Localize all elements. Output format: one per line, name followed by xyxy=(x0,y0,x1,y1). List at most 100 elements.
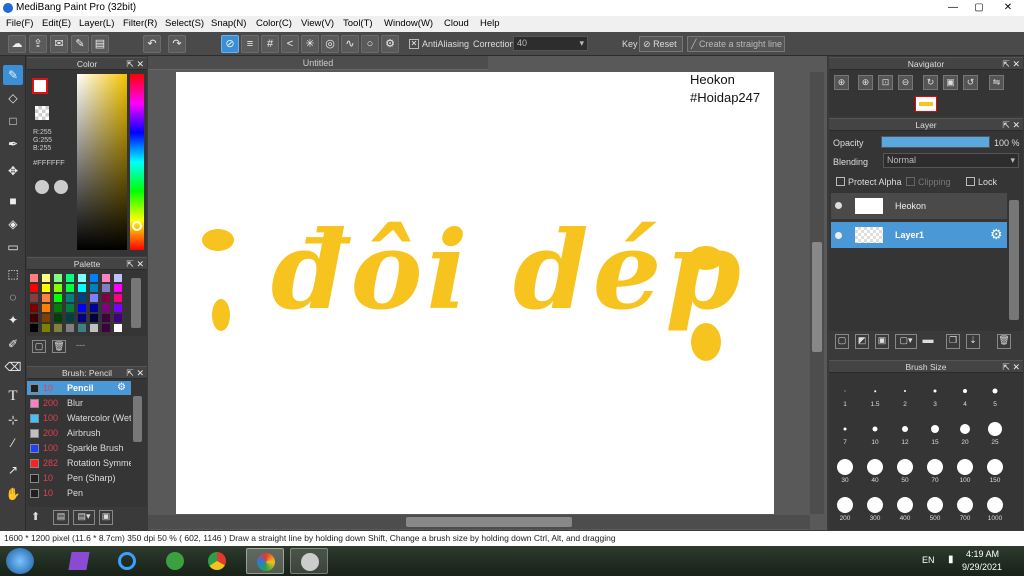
straight-line-button[interactable]: ╱ Create a straight line xyxy=(687,36,785,52)
brush-size-option[interactable]: 3 xyxy=(920,378,950,408)
brush-size-option[interactable]: 25 xyxy=(980,416,1010,446)
panel-close-icon[interactable]: ⇱ ✕ xyxy=(1002,361,1020,373)
brush-size-option[interactable]: 70 xyxy=(920,454,950,484)
snap-off-icon[interactable]: ⊘ xyxy=(221,35,239,53)
undo-icon[interactable]: ↶ xyxy=(143,35,161,53)
radial-snap-icon[interactable]: ✳ xyxy=(301,35,319,53)
palette-swatch[interactable] xyxy=(90,284,98,292)
palette-swatch[interactable] xyxy=(42,294,50,302)
canvas-hscroll-thumb[interactable] xyxy=(406,517,572,527)
network-icon[interactable]: ▮ xyxy=(948,554,954,565)
parallel-snap-icon[interactable]: ≡ xyxy=(241,35,259,53)
brush-size-option[interactable]: 20 xyxy=(950,416,980,446)
menu-cloud[interactable]: Cloud xyxy=(444,18,469,29)
reset-button[interactable]: ⊘ Reset xyxy=(639,36,683,52)
chat-icon[interactable]: ✎ xyxy=(71,35,89,53)
foreground-color-swatch[interactable] xyxy=(32,78,48,94)
menu-view[interactable]: View(V) xyxy=(301,18,334,29)
brush-copy-icon[interactable]: ▣ xyxy=(99,510,113,525)
brush-size-option[interactable]: 12 xyxy=(890,416,920,446)
trash-icon[interactable]: 🗑 xyxy=(997,334,1011,349)
document-canvas[interactable]: Heokon #Hoidap247 đôi dép xyxy=(176,72,774,514)
palette-swatch[interactable] xyxy=(30,274,38,282)
brush-row[interactable]: 10 Pen (Sharp) xyxy=(27,471,131,485)
merge-layer-icon[interactable]: ⇣ xyxy=(966,334,980,349)
game-icon[interactable] xyxy=(156,548,194,574)
clock-date[interactable]: 9/29/2021 xyxy=(962,562,1002,572)
add-brush-icon[interactable]: ⬆ xyxy=(31,510,49,525)
palette-swatch[interactable] xyxy=(78,274,86,282)
opacity-slider[interactable] xyxy=(881,136,990,148)
brush-size-option[interactable]: 500 xyxy=(920,492,950,522)
lock-checkbox[interactable] xyxy=(966,177,975,186)
menu-snap[interactable]: Snap(N) xyxy=(211,18,246,29)
select-tool-icon[interactable]: ⬚ xyxy=(3,264,23,284)
new-layer-icon[interactable]: ▢ xyxy=(835,334,849,349)
brush-size-option[interactable]: 15 xyxy=(920,416,950,446)
new-halftone-layer-icon[interactable]: ◩ xyxy=(855,334,869,349)
new-palette-icon[interactable]: ▢ xyxy=(32,340,46,353)
protect-alpha-checkbox[interactable] xyxy=(836,177,845,186)
palette-swatch[interactable] xyxy=(90,324,98,332)
lasso-tool-icon[interactable]: ◌ xyxy=(3,287,23,307)
eraser-tool-icon[interactable]: ◇ xyxy=(3,88,23,108)
brush-row[interactable]: 200 Airbrush xyxy=(27,426,131,440)
divide-tool-icon[interactable]: ⊹ xyxy=(3,410,23,430)
flip-icon[interactable]: ⇋ xyxy=(989,75,1004,90)
add-layer-menu-icon[interactable]: ▢▾ xyxy=(895,334,917,349)
hand-tool-icon[interactable]: ✋ xyxy=(3,484,23,504)
saturation-value-picker[interactable] xyxy=(77,74,127,250)
palette-swatch[interactable] xyxy=(66,274,74,282)
palette-swatch[interactable] xyxy=(66,324,74,332)
palette-swatch[interactable] xyxy=(42,304,50,312)
fit-icon[interactable]: ⊡ xyxy=(878,75,893,90)
brush-size-option[interactable]: 30 xyxy=(830,454,860,484)
palette-scrollbar[interactable] xyxy=(131,278,141,328)
brush-row[interactable]: 10 Pen xyxy=(27,486,131,500)
paint-icon[interactable] xyxy=(290,548,328,574)
brush-size-option[interactable]: 700 xyxy=(950,492,980,522)
magic-wand-tool-icon[interactable]: ✦ xyxy=(3,310,23,330)
palette-swatch[interactable] xyxy=(54,304,62,312)
zoom-in-icon[interactable]: ⊕ xyxy=(834,75,849,90)
palette-swatch[interactable] xyxy=(90,274,98,282)
palette-swatch[interactable] xyxy=(42,274,50,282)
palette-swatch[interactable] xyxy=(102,294,110,302)
brush-menu-icon[interactable]: ▤▾ xyxy=(73,510,95,525)
folder-icon[interactable]: ▬ xyxy=(921,334,935,349)
menu-file[interactable]: File(F) xyxy=(6,18,33,29)
brush-size-option[interactable]: 50 xyxy=(890,454,920,484)
palette-swatch[interactable] xyxy=(66,294,74,302)
upload-icon[interactable]: ⇪ xyxy=(29,35,47,53)
brush-size-option[interactable]: 7 xyxy=(830,416,860,446)
palette-swatch[interactable] xyxy=(42,314,50,322)
brush-row[interactable]: 10 Pencil ⚙ xyxy=(27,381,131,395)
palette-swatch[interactable] xyxy=(114,294,122,302)
document-icon[interactable]: ▤ xyxy=(91,35,109,53)
gear-icon[interactable]: ⚙ xyxy=(381,35,399,53)
palette-swatch[interactable] xyxy=(102,284,110,292)
brush-size-option[interactable]: 400 xyxy=(890,492,920,522)
menu-window[interactable]: Window(W) xyxy=(384,18,433,29)
menu-color[interactable]: Color(C) xyxy=(256,18,292,29)
palette-swatch[interactable] xyxy=(114,284,122,292)
palette-swatch[interactable] xyxy=(30,294,38,302)
text-tool-icon[interactable]: T xyxy=(3,386,23,406)
brush-size-option[interactable]: 40 xyxy=(860,454,890,484)
operation-tool-icon[interactable]: ↗ xyxy=(3,460,23,480)
palette-swatch[interactable] xyxy=(54,284,62,292)
brush-tool-icon[interactable]: ✎ xyxy=(3,65,23,85)
brush-row[interactable]: 100 Sparkle Brush xyxy=(27,441,131,455)
palette-swatch[interactable] xyxy=(78,284,86,292)
clipping-checkbox[interactable] xyxy=(906,177,915,186)
palette-swatch[interactable] xyxy=(90,294,98,302)
language-indicator[interactable]: EN xyxy=(922,555,935,565)
brush-size-option[interactable]: 100 xyxy=(950,454,980,484)
brush-size-option[interactable]: 150 xyxy=(980,454,1010,484)
panel-close-icon[interactable]: ⇱ ✕ xyxy=(1002,119,1020,131)
palette-swatch[interactable] xyxy=(54,314,62,322)
menu-select[interactable]: Select(S) xyxy=(165,18,204,29)
palette-swatch[interactable] xyxy=(42,284,50,292)
palette-swatch[interactable] xyxy=(30,324,38,332)
panel-close-icon[interactable]: ⇱ ✕ xyxy=(126,58,144,70)
